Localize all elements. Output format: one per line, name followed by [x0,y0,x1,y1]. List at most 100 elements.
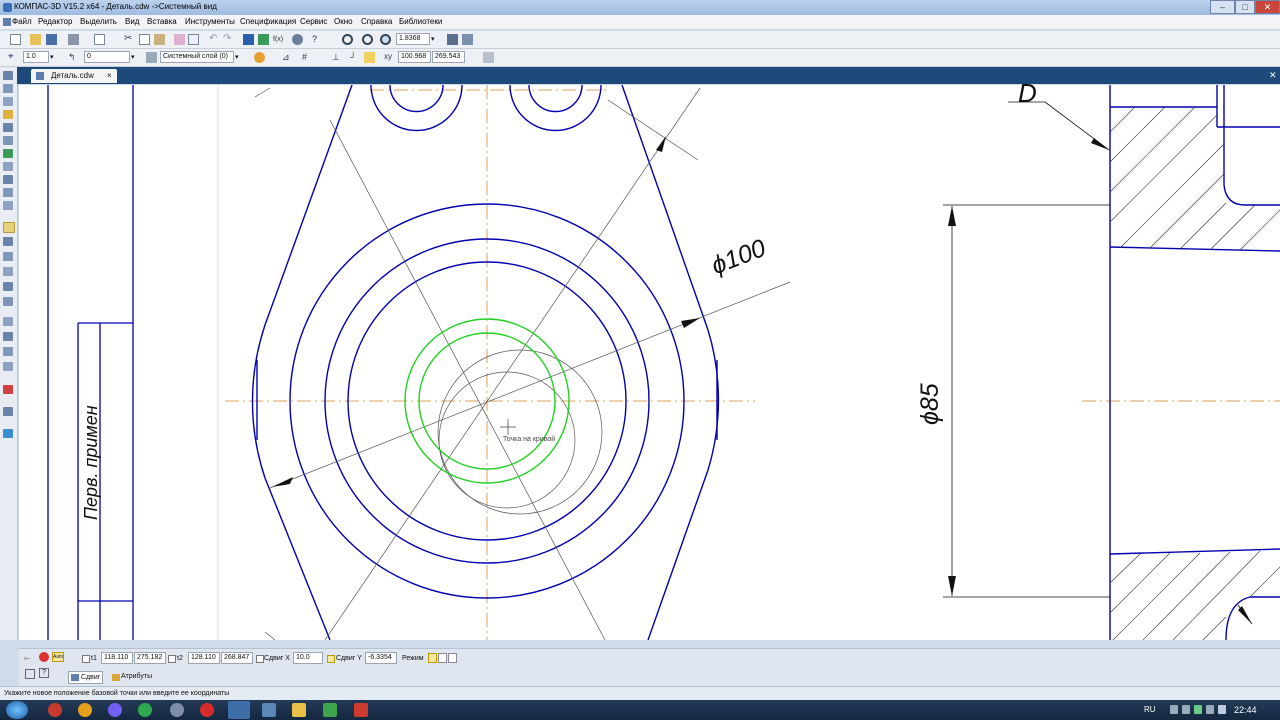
select-icon[interactable] [3,149,13,158]
menu-select[interactable]: Выделить [80,17,117,26]
spec-icon[interactable] [3,162,13,171]
scale-icon[interactable] [3,252,13,261]
app-icon-3[interactable] [170,703,184,717]
clock[interactable]: 22:44 [1234,705,1257,715]
app-icon[interactable] [3,3,12,12]
zoom-dynamic-icon[interactable] [380,34,391,45]
zoom-window-icon[interactable] [342,34,353,45]
chevron-down-icon[interactable]: ▾ [235,52,246,63]
menu-spec[interactable]: Спецификация [240,17,296,26]
tray-icon-2[interactable] [1182,705,1190,714]
shift-y-field[interactable]: -6.3354 [365,652,397,664]
library-icon[interactable] [258,34,269,45]
dimensions-icon[interactable] [3,84,13,93]
clear-icon[interactable] [3,407,13,416]
chrome-icon[interactable] [78,703,92,717]
snap-toggle-icon[interactable] [364,52,375,63]
macro-icon[interactable] [3,201,13,210]
app-icon-5[interactable] [323,703,337,717]
minimize-button[interactable]: – [1210,0,1235,14]
close-button[interactable]: ✕ [1255,0,1280,14]
preview-icon[interactable] [94,34,105,45]
menu-insert[interactable]: Вставка [147,17,177,26]
menu-libraries[interactable]: Библиотеки [399,17,442,26]
close-doc-icon[interactable]: ✕ [1269,70,1277,81]
redraw-icon[interactable] [483,52,494,63]
tab-close-icon[interactable]: × [107,71,112,80]
trim-icon[interactable] [3,317,13,326]
extend-icon[interactable] [3,362,13,371]
local-cs-icon[interactable]: ⊥ [332,52,343,63]
reports-icon[interactable] [3,175,13,184]
menu-service[interactable]: Сервис [300,17,327,26]
t1-checkbox[interactable] [82,655,90,663]
tray-icon-3[interactable] [1194,705,1202,714]
edit-icon[interactable] [3,110,13,119]
fillet-icon[interactable] [3,347,13,356]
menu-editor[interactable]: Редактор [38,17,72,26]
maximize-button[interactable]: □ [1235,0,1255,14]
print-icon[interactable] [68,34,79,45]
app-icon-6[interactable] [354,703,368,717]
paste-icon[interactable] [154,34,165,45]
zoom-icon[interactable] [362,34,373,45]
format-icon[interactable] [188,34,199,45]
parameters-icon[interactable] [25,669,35,679]
rotate-icon[interactable] [3,237,13,246]
mode-move-icon[interactable] [438,653,447,663]
volume-icon[interactable] [1218,705,1226,714]
measure-icon[interactable] [3,136,13,145]
pin-icon[interactable]: ⇤ [24,654,31,663]
shift-x-checkbox[interactable] [256,655,264,663]
move-icon[interactable] [3,222,15,233]
explorer-icon[interactable] [292,703,306,717]
cursor-coords-icon[interactable]: xy [384,52,395,63]
refresh-icon[interactable] [462,34,473,45]
t1-y-field[interactable]: 275.182 [134,652,166,664]
layer-icon[interactable] [146,52,157,63]
geometry-icon[interactable] [3,71,13,80]
t1-x-field[interactable]: 118.110 [101,652,133,664]
open-icon[interactable] [30,34,41,45]
t2-checkbox[interactable] [168,655,176,663]
coord-y-field[interactable]: 269.543 [432,51,465,63]
redo-icon[interactable]: ↷ [223,34,234,45]
grid-icon[interactable]: # [302,52,313,63]
settings-icon[interactable] [292,34,303,45]
ortho-mode-icon[interactable]: ┘ [350,52,361,63]
drawing-canvas[interactable] [19,85,1280,640]
help-icon[interactable]: ? [39,668,49,678]
new-icon[interactable] [10,34,21,45]
start-button[interactable] [6,701,28,719]
menu-tools[interactable]: Инструменты [185,17,235,26]
menu-window[interactable]: Окно [334,17,353,26]
properties-icon[interactable] [174,34,185,45]
notation-icon[interactable] [3,97,13,106]
app-icon-2[interactable] [138,703,152,717]
step-field[interactable]: 0 [84,51,130,63]
cut-icon[interactable]: ✂ [124,34,135,45]
insert-icon[interactable] [3,188,13,197]
show-all-icon[interactable] [447,34,458,45]
shift-x-field[interactable]: 10.0 [293,652,323,664]
menu-help[interactable]: Справка [361,17,392,26]
chevron-down-icon[interactable]: ▾ [50,52,61,63]
copy-objects-icon[interactable] [3,282,13,291]
kompas-taskbar-icon[interactable] [228,701,250,719]
app-icon-4[interactable] [262,703,276,717]
viber-icon[interactable] [108,703,122,717]
menu-file[interactable]: Файл [12,17,32,26]
copy-icon[interactable] [139,34,150,45]
ortho-icon[interactable]: ⊿ [282,52,293,63]
stop-icon[interactable] [39,652,49,662]
layer-select[interactable]: Системный слой (0) [160,51,234,63]
chevron-down-icon[interactable]: ▾ [131,52,142,63]
mirror-icon[interactable] [3,267,13,276]
app-icon-1[interactable] [48,703,62,717]
opera-icon[interactable] [200,703,214,717]
step-icon[interactable]: ↰ [68,52,79,63]
manager-icon[interactable] [243,34,254,45]
network-icon[interactable] [1206,705,1214,714]
break-icon[interactable] [3,332,13,341]
delete-icon[interactable] [3,385,13,394]
